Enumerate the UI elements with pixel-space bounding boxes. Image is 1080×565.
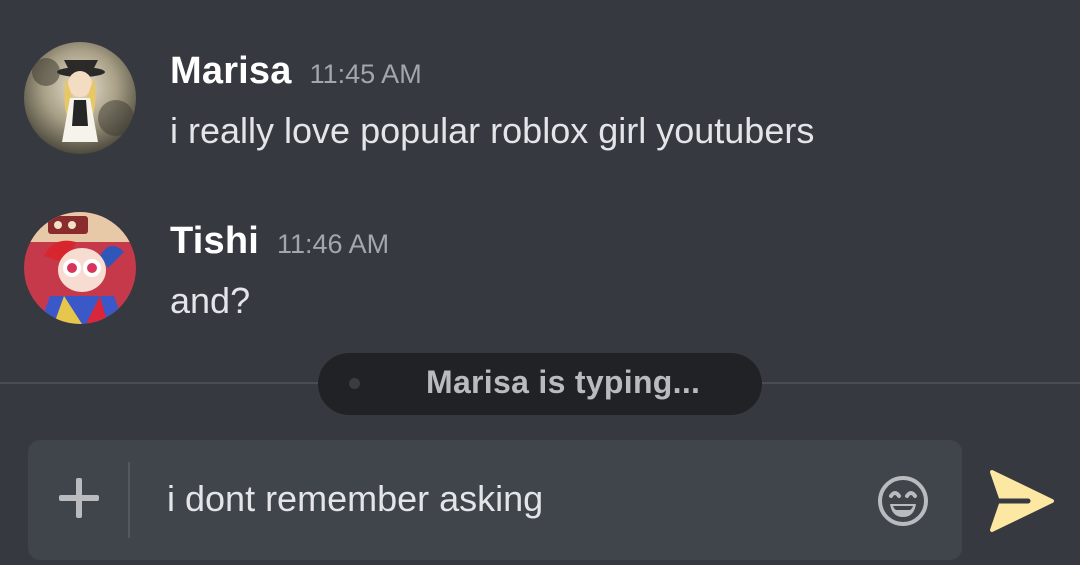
composer-divider <box>128 462 130 538</box>
typing-indicator-text: Marisa is typing... <box>426 364 701 400</box>
plus-icon[interactable] <box>55 474 103 522</box>
user-avatar-icon <box>24 42 136 154</box>
send-arrow-icon[interactable] <box>984 466 1056 536</box>
avatar[interactable] <box>24 42 136 154</box>
emoji-smile-icon[interactable] <box>876 474 930 528</box>
message-item: Tishi 11:46 AM and? <box>0 212 1080 342</box>
chat-screen: Marisa 11:45 AM i really love popular ro… <box>0 0 1080 565</box>
typing-dot-icon <box>349 378 360 389</box>
message-text: i really love popular roblox girl youtub… <box>170 110 815 151</box>
message-item: Marisa 11:45 AM i really love popular ro… <box>0 42 1080 172</box>
message-header: Tishi 11:46 AM <box>170 220 389 268</box>
message-text: and? <box>170 280 251 321</box>
message-header: Marisa 11:45 AM <box>170 50 422 98</box>
username[interactable]: Marisa <box>170 50 292 93</box>
user-avatar-icon <box>24 212 136 324</box>
timestamp: 11:46 AM <box>277 229 390 259</box>
username[interactable]: Tishi <box>170 220 259 263</box>
avatar[interactable] <box>24 212 136 324</box>
message-input[interactable] <box>167 476 847 522</box>
timestamp: 11:45 AM <box>309 59 422 89</box>
